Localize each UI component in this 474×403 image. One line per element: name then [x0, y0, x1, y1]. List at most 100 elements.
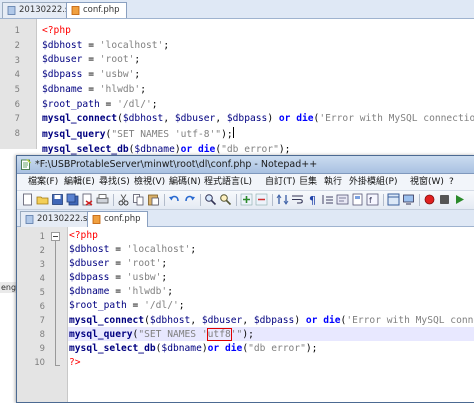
code-token: die	[296, 113, 314, 125]
code-token: =	[109, 258, 127, 270]
code-token: "db error"	[248, 342, 306, 354]
background-code-area[interactable]: <?php $dbhost = 'localhost'; $dbuser = '…	[42, 24, 474, 157]
toolbar-separator	[164, 194, 165, 206]
menu-help[interactable]: ?	[449, 175, 454, 189]
open-folder-icon[interactable]	[36, 193, 49, 206]
cut-icon[interactable]	[117, 193, 130, 206]
tab-conf-php[interactable]: conf.php	[66, 2, 127, 18]
php-open-tag: <?php	[42, 25, 71, 36]
code-token: $dbpass	[253, 314, 295, 326]
show-all-chars-icon[interactable]: ¶	[306, 193, 319, 206]
code-token: ,	[215, 113, 227, 125]
undo-icon[interactable]	[168, 193, 181, 206]
code-token: ,	[242, 314, 254, 326]
fold-line	[55, 241, 56, 365]
code-token: $dbhost	[42, 39, 83, 51]
file-modified-icon	[92, 215, 101, 224]
code-token: "SET NAMES 'utf-8'"	[111, 128, 222, 140]
tab-label: conf.php	[83, 5, 120, 15]
new-file-icon[interactable]	[21, 193, 34, 206]
code-token: =	[82, 83, 100, 95]
code-token: ;	[163, 39, 170, 51]
background-line-gutter: 1 2 3 4 5 6 7 8	[0, 19, 37, 149]
line-number: 9	[39, 343, 45, 353]
code-token: ,	[190, 314, 202, 326]
menu-plugins[interactable]: 外掛模組(P)	[349, 175, 397, 189]
line-number: 4	[39, 273, 45, 283]
word-wrap-icon[interactable]	[291, 193, 304, 206]
close-file-icon[interactable]	[81, 193, 94, 206]
code-token: $dbpass	[226, 113, 268, 125]
menu-run[interactable]: 執行	[324, 175, 342, 189]
replace-icon[interactable]	[219, 193, 232, 206]
php-open-tag: <?php	[69, 230, 98, 241]
code-token: $dbuser	[201, 314, 243, 326]
menu-macro[interactable]: 巨集	[299, 175, 317, 189]
line-number: 5	[14, 84, 20, 94]
menu-window[interactable]: 視窗(W)	[410, 175, 444, 189]
line-number-gutter: 1 2 3 4 5 6 7 8 9 10	[17, 227, 68, 402]
sync-scroll-icon[interactable]	[276, 193, 289, 206]
view-panel-icon[interactable]	[387, 193, 400, 206]
code-token: 'localhost'	[126, 244, 191, 256]
code-token: ;	[151, 98, 158, 110]
menu-language[interactable]: 程式語言(L)	[204, 175, 252, 189]
indent-guide-icon[interactable]	[321, 193, 334, 206]
zoom-in-icon[interactable]	[240, 193, 253, 206]
save-all-icon[interactable]	[66, 193, 79, 206]
doc-map-icon[interactable]	[351, 193, 364, 206]
code-text[interactable]: <?php $dbhost = 'localhost'; $dbuser = '…	[69, 229, 474, 370]
macro-record-icon[interactable]	[423, 193, 436, 206]
code-token: =	[82, 39, 100, 51]
code-token: ;	[134, 69, 141, 81]
code-token: ;	[161, 258, 168, 270]
code-token: =	[109, 272, 127, 284]
code-token: =	[82, 69, 100, 81]
menu-encoding[interactable]: 編碼(N)	[169, 175, 201, 189]
save-icon[interactable]	[51, 193, 64, 206]
paste-icon[interactable]	[147, 193, 160, 206]
file-icon	[25, 215, 34, 224]
redo-icon[interactable]	[183, 193, 196, 206]
line-number: 2	[14, 40, 20, 50]
menu-settings[interactable]: 自訂(T)	[265, 175, 296, 189]
menu-edit[interactable]: 編輯(E)	[64, 175, 95, 189]
code-editor[interactable]: 1 2 3 4 5 6 7 8 9 10 <?php $dbhost = 'lo…	[17, 227, 474, 402]
line-number: 6	[39, 301, 45, 311]
language-icon[interactable]	[336, 193, 349, 206]
code-token: or	[305, 314, 318, 326]
code-token: ;	[134, 54, 141, 66]
code-token: )	[267, 113, 279, 125]
toolbar: ¶ f	[17, 191, 474, 210]
copy-icon[interactable]	[132, 193, 145, 206]
notepad-plus-plus-window[interactable]: *F:\USBProtableServer\minwt\root\dl\conf…	[16, 155, 474, 403]
code-token: $dbuser	[42, 54, 83, 66]
code-token: ;	[161, 272, 168, 284]
document-tab-bar: 20130222.sql conf.php	[17, 210, 474, 227]
macro-play-icon[interactable]	[453, 193, 466, 206]
find-icon[interactable]	[204, 193, 217, 206]
menu-file[interactable]: 檔案(F)	[28, 175, 58, 189]
function-list-icon[interactable]: f	[366, 193, 379, 206]
tab-conf-php[interactable]: conf.php	[87, 211, 148, 227]
monitor-icon[interactable]	[402, 193, 415, 206]
print-icon[interactable]	[96, 193, 109, 206]
fold-minus-icon[interactable]	[51, 232, 60, 241]
code-token: "SET NAMES '	[138, 328, 208, 340]
code-token: mysql_select_db	[69, 342, 156, 354]
code-token: $dbuser	[69, 258, 110, 270]
line-number: 1	[39, 231, 45, 241]
menu-search[interactable]: 尋找(S)	[99, 175, 130, 189]
line-number: 2	[39, 245, 45, 255]
macro-stop-icon[interactable]	[438, 193, 451, 206]
menu-view[interactable]: 檢視(V)	[134, 175, 165, 189]
title-bar[interactable]: *F:\USBProtableServer\minwt\root\dl\conf…	[17, 156, 474, 174]
file-icon	[7, 6, 16, 15]
code-token: 'usbw'	[99, 69, 135, 81]
code-token: $root_path	[42, 98, 100, 110]
code-token: =	[109, 244, 127, 256]
code-token: "db error"	[221, 143, 279, 155]
code-token: =	[109, 286, 127, 298]
zoom-out-icon[interactable]	[255, 193, 268, 206]
code-token: '/dl/'	[144, 300, 179, 312]
